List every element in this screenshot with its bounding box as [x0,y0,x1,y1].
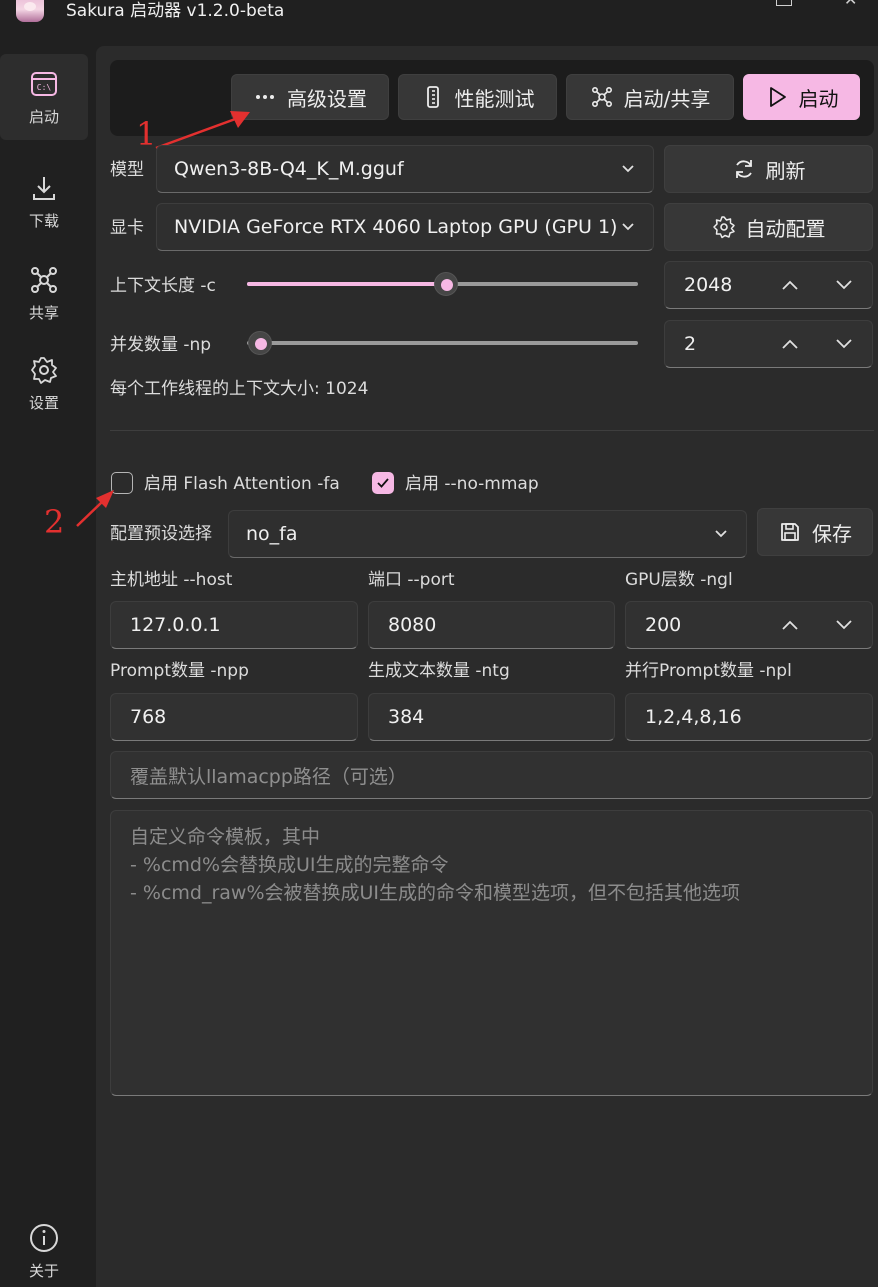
share-network-icon [31,266,57,293]
gpu-select[interactable]: NVIDIA GeForce RTX 4060 Laptop GPU (GPU … [156,203,654,251]
benchmark-button[interactable]: 性能测试 [398,74,557,120]
launch-share-label: 启动/共享 [623,86,711,111]
npp-input[interactable]: 768 [110,693,358,741]
port-label: 端口 --port [368,570,455,590]
sidebar-item-launch[interactable]: C:\ 启动 [0,54,88,140]
flash-attention-label: 启用 Flash Attention -fa [144,474,340,494]
window-title: Sakura 启动器 v1.2.0-beta [66,1,285,21]
maximize-icon[interactable] [776,0,792,6]
template-placeholder-line: - %cmd%会替换成UI生成的完整命令 [130,854,449,876]
sidebar-item-download[interactable]: 下载 [0,158,88,244]
launch-share-button[interactable]: 启动/共享 [566,74,734,120]
ngl-value: 200 [645,614,682,636]
gear-icon [712,216,735,239]
gpu-label: 显卡 [110,218,144,238]
checkmark-icon [377,478,389,488]
benchmark-label: 性能测试 [454,86,535,111]
chevron-down-icon[interactable] [835,278,853,292]
save-preset-label: 保存 [812,521,852,546]
preset-label: 配置预设选择 [110,524,212,544]
npp-value: 768 [130,706,167,728]
refresh-label: 刷新 [765,158,806,183]
gear-icon [31,356,57,384]
sidebar-item-label: 启动 [28,107,59,126]
share-network-icon [591,86,612,107]
sidebar-item-settings[interactable]: 设置 [0,340,88,426]
chevron-down-icon [622,223,634,231]
port-value: 8080 [388,614,437,636]
ngl-label: GPU层数 -ngl [625,570,733,590]
advanced-settings-label: 高级设置 [287,86,367,111]
llamacpp-path-input[interactable]: 覆盖默认llamacpp路径（可选） [110,751,873,799]
save-preset-button[interactable]: 保存 [757,508,873,556]
npl-label: 并行Prompt数量 -npl [625,661,792,681]
sidebar-item-label: 关于 [28,1261,59,1280]
parallel-slider-track[interactable] [247,341,638,345]
annotation-number-2: 2 [44,503,65,541]
close-icon[interactable]: ✕ [844,0,857,8]
gpu-select-value: NVIDIA GeForce RTX 4060 Laptop GPU (GPU … [174,216,618,238]
no-mmap-checkbox[interactable] [372,472,394,494]
launch-label: 启动 [798,86,839,111]
sidebar-item-about[interactable]: 关于 [0,1208,88,1287]
context-length-label: 上下文长度 -c [110,276,216,296]
ntg-input[interactable]: 384 [368,693,615,741]
preset-select[interactable]: no_fa [228,510,747,558]
llamacpp-path-placeholder: 覆盖默认llamacpp路径（可选） [130,765,407,788]
auto-config-label: 自动配置 [745,216,826,241]
sidebar-item-label: 设置 [28,393,59,412]
model-label: 模型 [110,160,144,180]
parallel-count-value: 2 [684,333,697,355]
svg-text:C:\: C:\ [37,83,52,92]
section-divider [110,430,874,431]
title-bar: Sakura 启动器 v1.2.0-beta ✕ [0,0,878,40]
launch-button[interactable]: 启动 [743,74,860,120]
template-placeholder-line: 自定义命令模板，其中 [130,826,321,848]
chevron-up-icon[interactable] [781,618,799,632]
auto-config-button[interactable]: 自动配置 [664,203,873,251]
no-mmap-label: 启用 --no-mmap [405,474,539,494]
npl-input[interactable]: 1,2,4,8,16 [625,693,873,741]
chevron-down-icon [715,530,727,538]
ruler-icon [426,86,439,108]
play-icon [769,87,786,107]
chevron-down-icon [622,165,634,173]
sidebar-item-label: 下载 [28,211,59,230]
command-template-textarea[interactable]: 自定义命令模板，其中 - %cmd%会替换成UI生成的完整命令 - %cmd_r… [110,810,873,1096]
template-placeholder-line: - %cmd_raw%会被替换成UI生成的命令和模型选项，但不包括其他选项 [130,882,741,904]
sidebar-item-share[interactable]: 共享 [0,250,88,336]
ntg-label: 生成文本数量 -ntg [368,661,510,681]
npl-value: 1,2,4,8,16 [645,706,742,728]
chevron-down-icon[interactable] [835,337,853,351]
parallel-count-label: 并发数量 -np [110,335,212,355]
sidebar-item-label: 共享 [28,303,59,322]
app-logo [16,0,44,22]
model-select-value: Qwen3-8B-Q4_K_M.gguf [174,158,404,180]
refresh-button[interactable]: 刷新 [664,145,873,193]
host-value: 127.0.0.1 [130,614,221,636]
download-icon [33,176,55,200]
refresh-icon [735,160,752,178]
port-input[interactable]: 8080 [368,601,615,649]
parallel-slider-thumb[interactable] [248,331,272,355]
sidebar: C:\ 启动 下载 共享 设置 关于 [0,40,96,1287]
host-input[interactable]: 127.0.0.1 [110,601,358,649]
chevron-up-icon[interactable] [781,337,799,351]
preset-select-value: no_fa [246,523,298,545]
chevron-up-icon[interactable] [781,278,799,292]
model-select[interactable]: Qwen3-8B-Q4_K_M.gguf [156,145,654,193]
save-icon [781,523,799,541]
context-slider-fill [247,282,447,286]
npp-label: Prompt数量 -npp [110,661,249,681]
host-label: 主机地址 --host [110,570,233,590]
per-thread-context-info: 每个工作线程的上下文大小: 1024 [110,379,369,399]
context-length-value: 2048 [684,274,733,296]
info-icon [30,1223,58,1252]
chevron-down-icon[interactable] [835,618,853,632]
terminal-icon: C:\ [31,71,57,96]
ntg-value: 384 [388,706,425,728]
